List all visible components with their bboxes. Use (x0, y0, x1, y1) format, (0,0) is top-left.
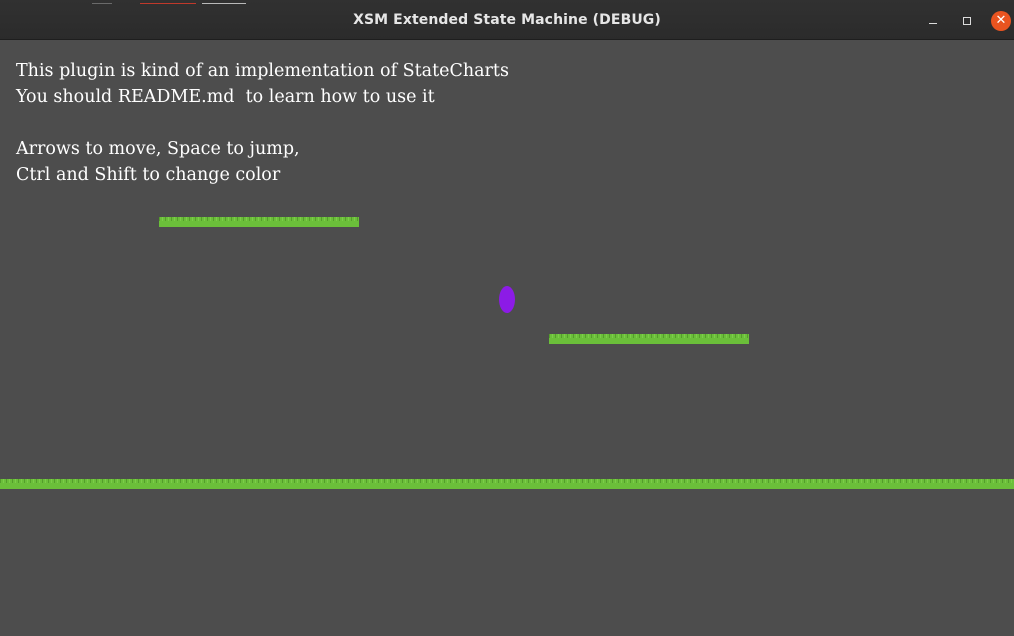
player-character (499, 286, 515, 313)
grass-platform-right (549, 334, 749, 344)
grass-ground (0, 479, 1014, 489)
maximize-icon (963, 17, 971, 25)
minimize-button[interactable] (923, 11, 943, 31)
game-window: XSM Extended State Machine (DEBUG) ✕ Thi… (0, 0, 1014, 636)
window-title: XSM Extended State Machine (DEBUG) (353, 12, 661, 28)
close-icon: ✕ (995, 13, 1007, 28)
minimize-icon (929, 23, 937, 24)
help-line-blank (16, 110, 509, 136)
help-line: Arrows to move, Space to jump, (16, 139, 300, 159)
game-viewport[interactable]: This plugin is kind of an implementation… (0, 40, 1014, 636)
maximize-button[interactable] (957, 11, 977, 31)
help-text: This plugin is kind of an implementation… (16, 58, 509, 188)
help-line: You should README.md to learn how to use… (16, 87, 435, 107)
help-line: Ctrl and Shift to change color (16, 165, 281, 185)
grass-platform-upper-left (159, 217, 359, 227)
title-bar[interactable]: XSM Extended State Machine (DEBUG) ✕ (0, 0, 1014, 40)
help-line: This plugin is kind of an implementation… (16, 61, 509, 81)
close-button[interactable]: ✕ (991, 11, 1011, 31)
background-window-edge (92, 0, 262, 4)
